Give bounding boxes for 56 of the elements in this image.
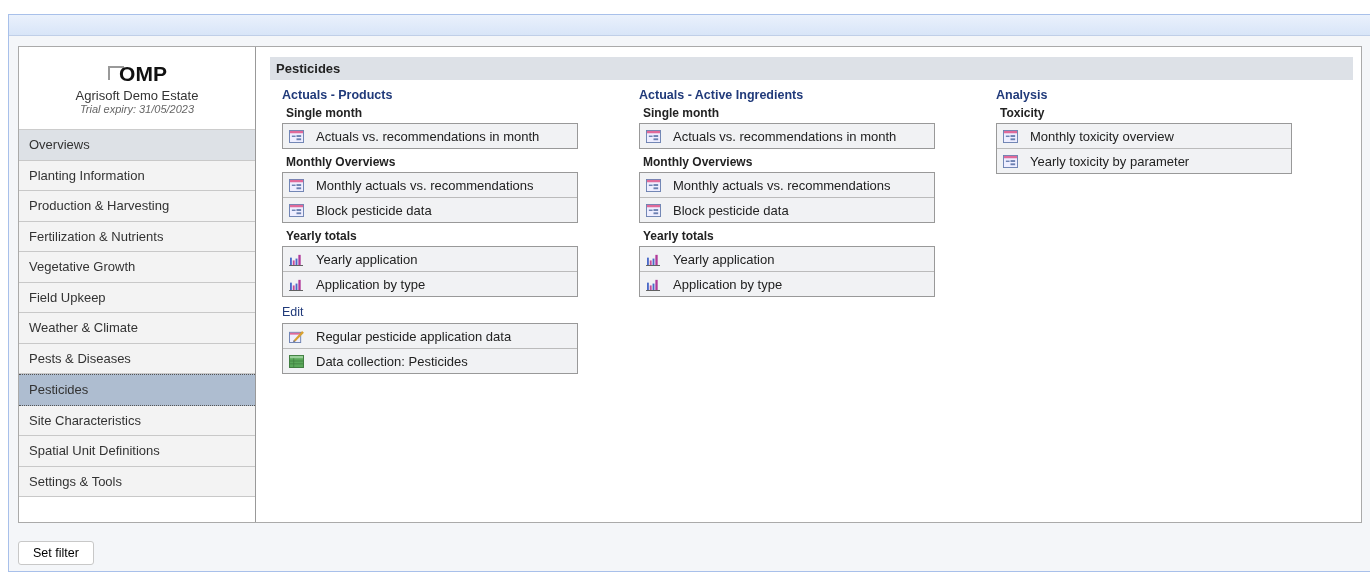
sidebar-item[interactable]: Site Characteristics	[19, 405, 255, 436]
sidebar-item[interactable]: Weather & Climate	[19, 313, 255, 344]
group-heading: Single month	[643, 106, 720, 120]
column-title: Actuals - Active Ingredients	[639, 88, 805, 102]
sidebar-item[interactable]: Settings & Tools	[19, 466, 255, 497]
group-heading: Yearly totals	[643, 229, 715, 243]
report-icon	[1003, 154, 1018, 168]
sidebar-item[interactable]: Vegetative Growth	[19, 252, 255, 283]
bar-chart-icon	[289, 277, 304, 291]
report-icon	[289, 178, 304, 192]
report-link[interactable]: Yearly toxicity by parameter	[997, 148, 1291, 173]
report-link[interactable]: Yearly application	[283, 247, 577, 271]
group-heading: Edit	[282, 305, 305, 319]
report-icon	[646, 129, 661, 143]
sidebar-item[interactable]: Pests & Diseases	[19, 343, 255, 374]
set-filter-button[interactable]: Set filter	[18, 541, 94, 565]
sidebar-item[interactable]: Spatial Unit Definitions	[19, 436, 255, 467]
bar-chart-icon	[646, 277, 661, 291]
bar-chart-icon	[646, 252, 661, 266]
report-icon	[646, 203, 661, 217]
column-title: Analysis	[996, 88, 1049, 102]
sidebar-item[interactable]: Overviews	[19, 130, 255, 161]
group-heading: Toxicity	[1000, 106, 1046, 120]
report-link[interactable]: Application by type	[640, 271, 934, 296]
report-link[interactable]: Actuals vs. recommendations in month	[640, 124, 934, 148]
report-icon	[646, 178, 661, 192]
bar-chart-icon	[289, 252, 304, 266]
group-heading: Yearly totals	[286, 229, 358, 243]
report-icon	[1003, 129, 1018, 143]
logo-text: OMP	[119, 61, 167, 86]
sidebar-item[interactable]: Pesticides	[19, 374, 255, 406]
report-icon	[289, 203, 304, 217]
report-link[interactable]: Block pesticide data	[640, 197, 934, 222]
group-heading: Monthly Overviews	[286, 155, 397, 169]
spreadsheet-icon	[289, 354, 304, 368]
sidebar-item[interactable]: Production & Harvesting	[19, 191, 255, 222]
report-link[interactable]: Monthly actuals vs. recommendations	[640, 173, 934, 197]
estate-name: Agrisoft Demo Estate	[75, 87, 199, 103]
report-link[interactable]: Monthly actuals vs. recommendations	[283, 173, 577, 197]
column-title: Actuals - Products	[282, 88, 394, 102]
section-title: Pesticides	[270, 57, 1353, 80]
trial-expiry: Trial expiry: 31/05/2023	[79, 102, 195, 115]
report-link[interactable]: Actuals vs. recommendations in month	[283, 124, 577, 148]
report-link[interactable]: Regular pesticide application data	[283, 324, 577, 348]
report-link[interactable]: Application by type	[283, 271, 577, 296]
group-heading: Single month	[286, 106, 363, 120]
report-link[interactable]: Block pesticide data	[283, 197, 577, 222]
group-heading: Monthly Overviews	[643, 155, 754, 169]
sidebar-item[interactable]: Fertilization & Nutrients	[19, 221, 255, 252]
report-icon	[289, 129, 304, 143]
report-link[interactable]: Data collection: Pesticides	[283, 348, 577, 373]
sidebar-item[interactable]: Field Upkeep	[19, 282, 255, 313]
sidebar-item[interactable]: Planting Information	[19, 160, 255, 191]
report-link[interactable]: Yearly application	[640, 247, 934, 271]
edit-icon	[289, 329, 304, 343]
report-link[interactable]: Monthly toxicity overview	[997, 124, 1291, 148]
